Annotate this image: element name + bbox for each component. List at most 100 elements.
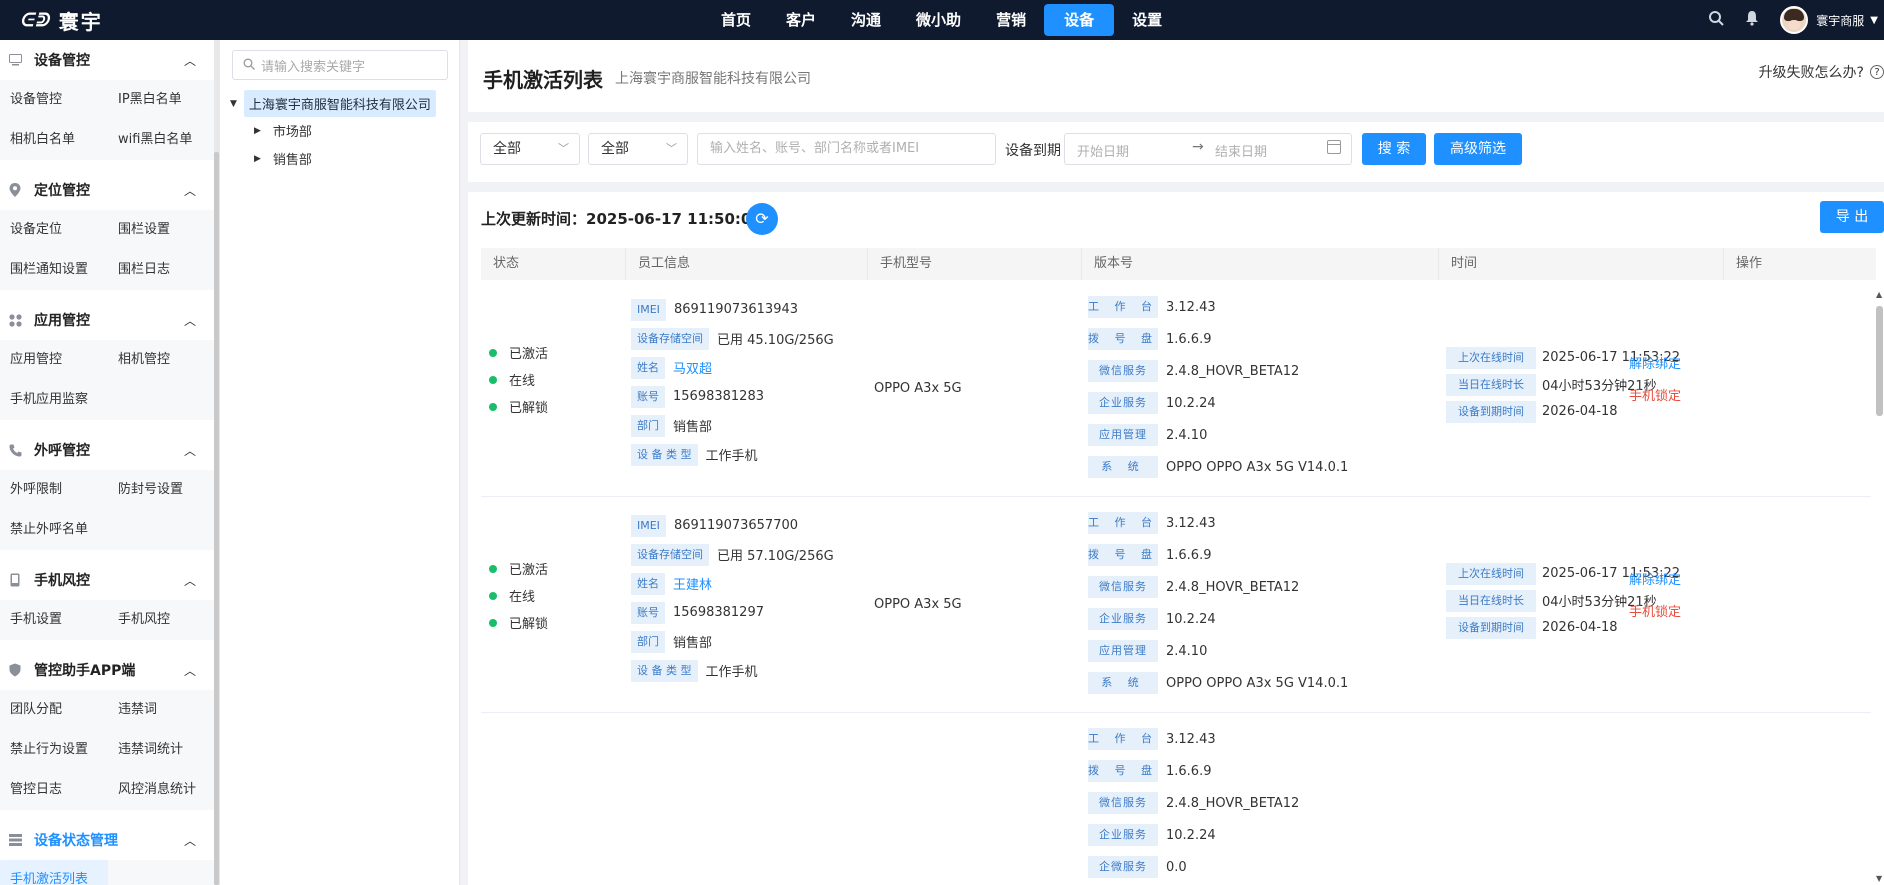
nav-device[interactable]: 设备 xyxy=(1044,4,1115,36)
employee-name-link[interactable]: 马双超 xyxy=(673,358,712,377)
menu-item-banned-behavior[interactable]: 禁止行为设置 xyxy=(0,730,108,770)
chevron-up-icon[interactable]: ︿ xyxy=(184,662,196,679)
search-icon[interactable] xyxy=(1708,10,1724,30)
keyword-search-input[interactable]: 输入姓名、账号、部门名称或者IMEI xyxy=(697,133,996,165)
lock-phone-link[interactable]: 手机锁定 xyxy=(1629,381,1681,413)
version-value: 3.12.43 xyxy=(1166,515,1216,531)
menu-item-outbound-limit[interactable]: 外呼限制 xyxy=(0,470,108,510)
caret-right-icon[interactable]: ▶ xyxy=(254,126,261,136)
menu-item-control-log[interactable]: 管控日志 xyxy=(0,770,108,810)
type-select[interactable]: 全部 ﹀ xyxy=(588,133,688,165)
tree-node-market[interactable]: ▶ 市场部 xyxy=(254,121,312,140)
menu-item-risk-message-stats[interactable]: 风控消息统计 xyxy=(108,770,214,810)
advanced-filter-button[interactable]: 高级筛选 xyxy=(1434,133,1522,165)
menu-item-app-control[interactable]: 应用管控 xyxy=(0,340,108,380)
caret-right-icon[interactable]: ▶ xyxy=(254,154,261,164)
menu-head-device-control[interactable]: 设备管控 ︿ xyxy=(0,40,214,80)
device-icon xyxy=(8,53,22,67)
calendar-icon[interactable] xyxy=(1327,140,1341,154)
chevron-up-icon[interactable]: ︿ xyxy=(184,312,196,329)
menu-head-location[interactable]: 定位管控 ︿ xyxy=(0,170,214,210)
expiry-date-range[interactable]: 开始日期 → 结束日期 xyxy=(1064,133,1352,165)
menu-item-fence-log[interactable]: 围栏日志 xyxy=(108,250,214,290)
unbind-link[interactable]: 解除绑定 xyxy=(1629,565,1681,597)
chevron-up-icon[interactable]: ︿ xyxy=(184,52,196,69)
menu-item-anti-block[interactable]: 防封号设置 xyxy=(108,470,214,510)
menu-item-blocked-numbers[interactable]: 禁止外呼名单 xyxy=(0,510,108,550)
avatar[interactable] xyxy=(1780,6,1809,34)
nav-settings[interactable]: 设置 xyxy=(1115,4,1179,36)
employee-name-link[interactable]: 王建林 xyxy=(673,574,712,593)
help-text[interactable]: 升级失败怎么办? xyxy=(1759,62,1864,82)
scroll-up-icon[interactable]: ▲ xyxy=(1876,290,1882,299)
chevron-down-icon[interactable]: ▼ xyxy=(1870,15,1878,26)
menu-head-outbound[interactable]: 外呼管控 ︿ xyxy=(0,430,214,470)
menu-item-fence-settings[interactable]: 围栏设置 xyxy=(108,210,214,250)
app-logo[interactable]: ᕮᕲ 寰宇 xyxy=(20,6,103,35)
scroll-down-icon[interactable]: ▼ xyxy=(1876,874,1882,883)
version-tag: 系 统 xyxy=(1088,456,1158,478)
menu-head-mobile-risk[interactable]: 手机风控 ︿ xyxy=(0,560,214,600)
bell-icon[interactable] xyxy=(1744,10,1760,30)
menu-item-device-control[interactable]: 设备管控 xyxy=(0,80,108,120)
list-scrollbar[interactable]: ▲ ▼ xyxy=(1874,290,1884,885)
menu-item-mobile-settings[interactable]: 手机设置 xyxy=(0,600,108,640)
last-update: 上次更新时间：2025-06-17 11:50:09 xyxy=(481,208,762,229)
status-select[interactable]: 全部 ﹀ xyxy=(480,133,580,165)
export-button[interactable]: 导 出 xyxy=(1820,201,1884,233)
menu-item-app-monitor[interactable]: 手机应用监察 xyxy=(0,380,108,420)
nav-communication[interactable]: 沟通 xyxy=(834,4,898,36)
menu-item-device-location[interactable]: 设备定位 xyxy=(0,210,108,250)
menu-item-fence-notify[interactable]: 围栏通知设置 xyxy=(0,250,108,290)
menu-group-assistant-app: 管控助手APP端 ︿ 团队分配 违禁词 禁止行为设置 违禁词统计 管控日志 风控… xyxy=(0,650,214,810)
unbind-link[interactable]: 解除绑定 xyxy=(1629,349,1681,381)
tree-node-root[interactable]: ▼ 上海寰宇商服智能科技有限公司 xyxy=(230,90,436,117)
search-button[interactable]: 搜 索 xyxy=(1362,133,1426,165)
nav-home[interactable]: 首页 xyxy=(704,4,768,36)
tree-node-sales[interactable]: ▶ 销售部 xyxy=(254,149,312,168)
chevron-up-icon[interactable]: ︿ xyxy=(184,442,196,459)
status-dot xyxy=(489,564,497,573)
nav-marketing[interactable]: 营销 xyxy=(979,4,1043,36)
menu-item-camera-whitelist[interactable]: 相机白名单 xyxy=(0,120,108,160)
start-date-input[interactable]: 开始日期 xyxy=(1077,141,1129,160)
tree-node-label[interactable]: 上海寰宇商服智能科技有限公司 xyxy=(243,90,436,117)
nav-customer[interactable]: 客户 xyxy=(769,4,833,36)
version-tag: 工 作 台 xyxy=(1088,512,1158,534)
scrollbar-thumb[interactable] xyxy=(1876,306,1883,416)
chevron-up-icon[interactable]: ︿ xyxy=(184,832,196,849)
menu-group-apps: 应用管控 ︿ 应用管控 相机管控 手机应用监察 xyxy=(0,300,214,420)
menu-item-banned-word-stats[interactable]: 违禁词统计 xyxy=(108,730,214,770)
question-icon[interactable]: ? xyxy=(1870,65,1884,79)
chevron-down-icon: ﹀ xyxy=(558,142,569,155)
menu-item-ip-list[interactable]: IP黑白名单 xyxy=(108,80,214,120)
chevron-up-icon[interactable]: ︿ xyxy=(184,572,196,589)
dept-tag: 部门 xyxy=(631,414,665,437)
side-menu-scrollbar[interactable] xyxy=(214,152,219,885)
menu-head-apps[interactable]: 应用管控 ︿ xyxy=(0,300,214,340)
last-online-tag: 上次在线时间 xyxy=(1446,346,1536,369)
tree-search-input[interactable]: 请输入搜索关键字 xyxy=(232,50,448,80)
menu-head-device-status[interactable]: 设备状态管理 ︿ xyxy=(0,820,214,860)
menu-item-camera-control[interactable]: 相机管控 xyxy=(108,340,214,380)
tree-node-label[interactable]: 销售部 xyxy=(273,149,312,168)
refresh-icon[interactable]: ⟳ xyxy=(746,203,778,235)
menu-item-activation-list[interactable]: 手机激活列表 xyxy=(0,860,108,885)
caret-down-icon[interactable]: ▼ xyxy=(230,99,237,109)
tree-node-label[interactable]: 市场部 xyxy=(273,121,312,140)
menu-item-wifi-list[interactable]: wifi黑白名单 xyxy=(108,120,214,160)
menu-head-assistant-app[interactable]: 管控助手APP端 ︿ xyxy=(0,650,214,690)
chevron-up-icon[interactable]: ︿ xyxy=(184,182,196,199)
menu-item-mobile-risk[interactable]: 手机风控 xyxy=(108,600,214,640)
menu-item-banned-words[interactable]: 违禁词 xyxy=(108,690,214,730)
mobile-icon xyxy=(8,573,22,587)
user-name[interactable]: 寰宇商服 xyxy=(1816,12,1864,29)
nav-wechat-assistant[interactable]: 微小助 xyxy=(899,4,978,36)
lock-phone-link[interactable]: 手机锁定 xyxy=(1629,597,1681,629)
menu-item-team-allocation[interactable]: 团队分配 xyxy=(0,690,108,730)
page-title: 手机激活列表 xyxy=(483,68,603,92)
device-type-tag: 设 备 类 型 xyxy=(631,659,698,682)
menu-title: 设备状态管理 xyxy=(34,833,118,849)
end-date-input[interactable]: 结束日期 xyxy=(1215,141,1267,160)
upgrade-help-link[interactable]: 升级失败怎么办? ? xyxy=(1759,62,1884,82)
